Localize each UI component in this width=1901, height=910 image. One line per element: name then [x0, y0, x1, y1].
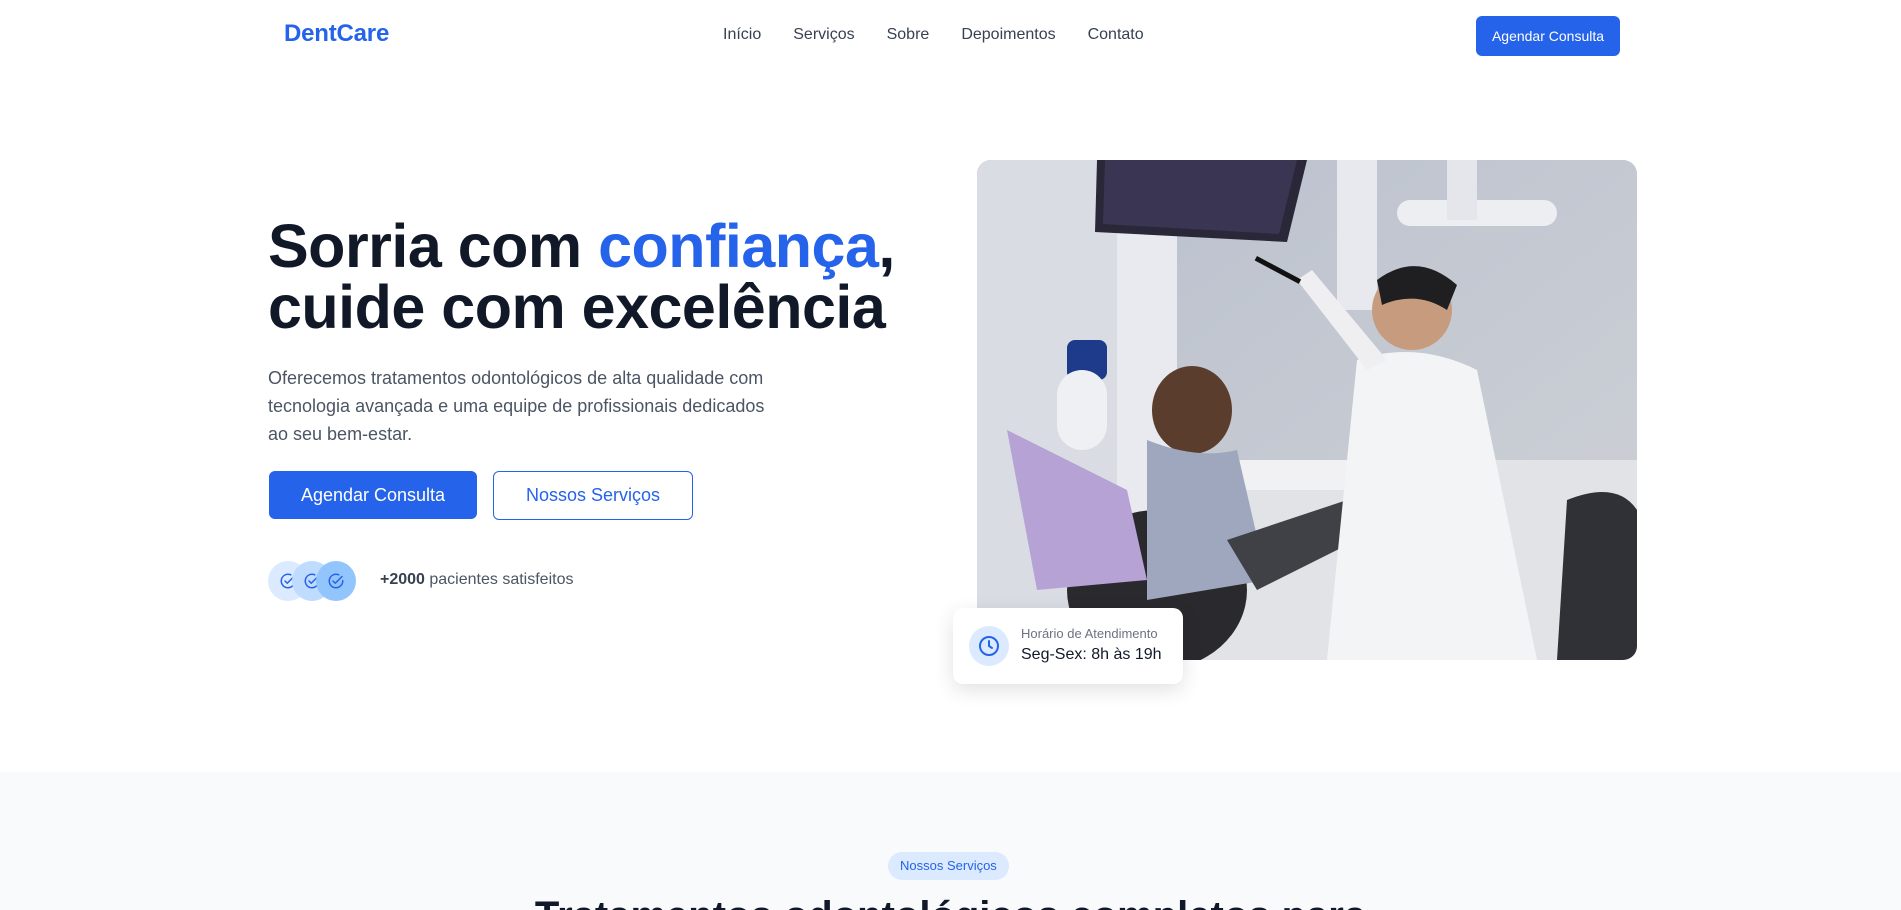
nav-link-inicio[interactable]: Início [723, 26, 761, 44]
hero-title-line2: cuide com excelência [268, 273, 886, 341]
site-header: DentCare Início Serviços Sobre Depoiment… [0, 0, 1901, 72]
patient-avatars [268, 561, 358, 601]
hours-value: Seg-Sex: 8h às 19h [1021, 646, 1162, 663]
schedule-button[interactable]: Agendar Consulta [269, 471, 477, 519]
services-badge: Nossos Serviços [888, 852, 1009, 880]
logo[interactable]: DentCare [284, 20, 389, 48]
patients-count: +2000 [380, 571, 425, 588]
hours-card: Horário de Atendimento Seg-Sex: 8h às 19… [953, 608, 1183, 684]
nav-link-sobre[interactable]: Sobre [887, 26, 930, 44]
hero-image [977, 160, 1637, 660]
services-title: Tratamentos odontológicos completos para [0, 894, 1901, 910]
nav-link-contato[interactable]: Contato [1088, 26, 1144, 44]
header-schedule-button[interactable]: Agendar Consulta [1476, 16, 1620, 56]
patients-label: pacientes satisfeitos [424, 571, 574, 588]
nav-link-depoimentos[interactable]: Depoimentos [961, 26, 1055, 44]
services-section: Nossos Serviços Tratamentos odontológico… [0, 772, 1901, 910]
main-nav: Início Serviços Sobre Depoimentos Contat… [723, 26, 1144, 44]
services-button[interactable]: Nossos Serviços [493, 471, 693, 520]
hero-description: Oferecemos tratamentos odontológicos de … [268, 368, 765, 444]
check-circle-icon [316, 561, 356, 601]
hours-label: Horário de Atendimento [1021, 626, 1158, 641]
hero-title-accent: confiança [598, 212, 879, 280]
patients-stat: +2000 pacientes satisfeitos [380, 571, 573, 589]
clock-icon [969, 626, 1009, 666]
hero-title: Sorria com confiança, cuide com excelênci… [268, 216, 895, 338]
hero-title-part2: , [878, 212, 895, 280]
hero-title-part1: Sorria com [268, 212, 599, 280]
nav-link-servicos[interactable]: Serviços [793, 26, 854, 44]
